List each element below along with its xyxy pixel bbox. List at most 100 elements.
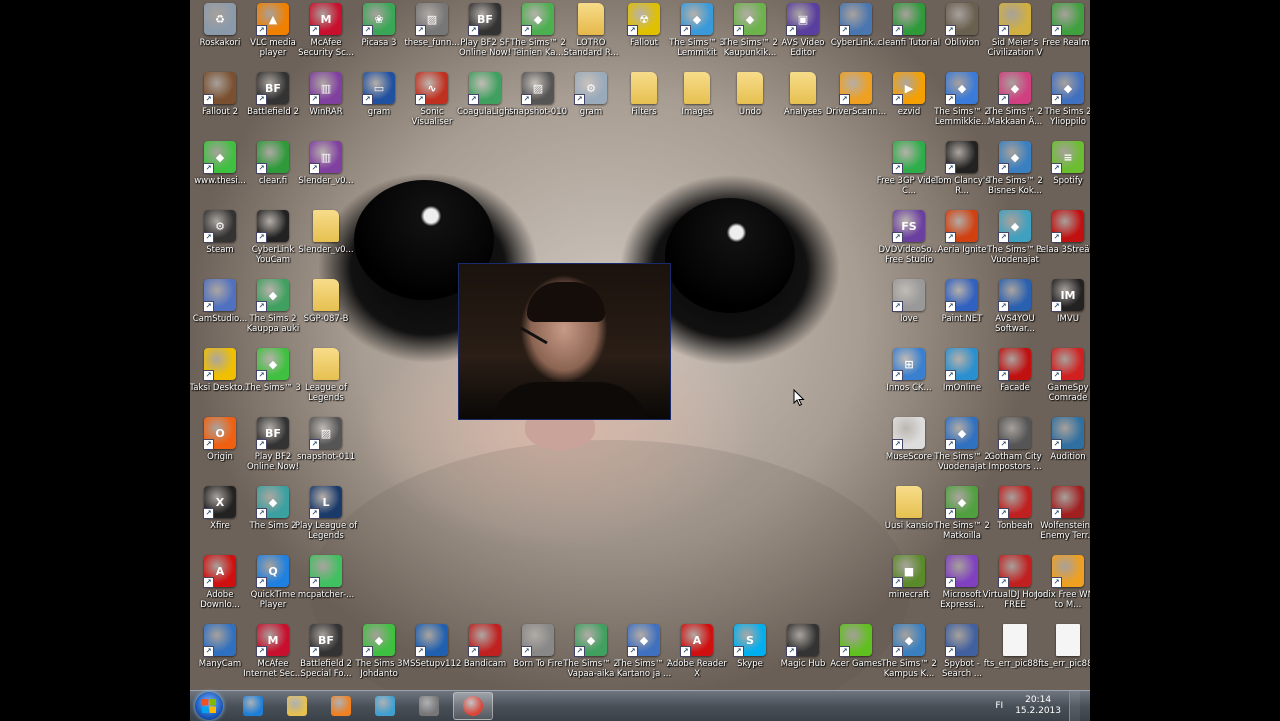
clearfi-icon: ↗ [256,141,289,174]
desktop-icon-label: Pelaa 3Streäna [1035,245,1090,255]
shortcut-arrow-icon: ↗ [998,508,1009,519]
desktop-icon[interactable]: ▥ ↗ Slender_v0... [295,141,357,209]
shortcut-arrow-icon: ↗ [945,370,956,381]
desktop-icon[interactable]: SGP-087-B [295,279,357,347]
sims3-icon: ◆ ↗ [362,624,395,657]
shortcut-arrow-icon: ↗ [309,646,320,657]
shortcut-arrow-icon: ↗ [945,439,956,450]
language-indicator[interactable]: FI [995,701,1003,711]
desktop-icon-label: Wolfenstein - Enemy Terr... [1040,521,1090,541]
desktop-icon[interactable]: ↗ Pelaa 3Streäna [1035,210,1090,278]
webcam-overlay-window[interactable] [458,263,671,420]
camstudio-icon: ↗ [203,279,236,312]
media-player-icon [331,696,351,716]
shortcut-arrow-icon: ↗ [362,25,373,36]
shortcut-arrow-icon: ↗ [309,508,320,519]
desktop-icon[interactable]: League of Legends [295,348,357,416]
start-button[interactable] [195,692,223,720]
jodix-icon: ↗ [1051,555,1084,588]
gotham-icon: ↗ [998,417,1031,450]
sims-icon: ◆ ↗ [1051,72,1084,105]
taskbar-button[interactable] [409,692,449,720]
taskbar-button[interactable] [453,692,493,720]
setup-icon: ↗ [415,624,448,657]
desktop-icon-label: Play League of Legends [294,521,358,541]
clock-date: 15.2.2013 [1015,706,1061,716]
webcam-person-shirt [489,382,649,419]
desktop-icon[interactable]: ↗ Wolfenstein - Enemy Terr... [1037,486,1090,554]
shortcut-arrow-icon: ↗ [892,439,903,450]
desktop-icon[interactable]: ↗ Jodix Free WMA to M... [1035,555,1090,623]
desktop-icon-label: League of Legends [305,383,347,403]
bandicam-icon: ↗ [468,624,501,657]
shortcut-arrow-icon: ↗ [892,163,903,174]
skype-icon: S ↗ [733,624,766,657]
desktop-icon[interactable]: ≡ ↗ Spotify [1037,141,1090,209]
shortcut-arrow-icon: ↗ [998,577,1009,588]
shortcut-arrow-icon: ↗ [362,94,373,105]
fallout2-icon: ↗ [203,72,236,105]
love-icon: ↗ [892,279,925,312]
minecraft-icon: ■ ↗ [892,555,925,588]
shortcut-arrow-icon: ↗ [256,370,267,381]
shortcut-arrow-icon: ↗ [309,25,320,36]
imonline-icon: ↗ [945,348,978,381]
sims3-icon: ◆ ↗ [680,3,713,36]
desktop-icon-label: Free Realms [1042,38,1090,48]
taskbar-button[interactable] [233,692,273,720]
taskbar-button[interactable] [365,692,405,720]
driver-icon: ↗ [839,72,872,105]
civ-icon: ↗ [998,3,1031,36]
shortcut-arrow-icon: ↗ [892,646,903,657]
film-icon: ▣ ↗ [786,3,819,36]
desktop-icon[interactable]: ↗ Free Realms [1037,3,1090,71]
taskbar-button[interactable] [277,692,317,720]
desktop-icon[interactable]: Slender_v0... [295,210,357,278]
shortcut-arrow-icon: ↗ [521,25,532,36]
clock-time: 20:14 [1025,695,1052,705]
taskbar: FI 20:14 15.2.2013 [190,690,1090,721]
sims-icon: ◆ ↗ [998,72,1031,105]
desktop-icon-label: IMVU [1057,314,1079,324]
shortcut-arrow-icon: ↗ [256,301,267,312]
origin-icon: O ↗ [203,417,236,450]
shortcut-arrow-icon: ↗ [1051,508,1062,519]
sims-icon: ◆ ↗ [627,624,660,657]
show-desktop-button[interactable] [1069,691,1080,721]
shortcut-arrow-icon: ↗ [256,439,267,450]
musescore-icon: ↗ [892,417,925,450]
desktop-icon[interactable]: ↗ Audition [1037,417,1090,485]
steam-icon: ⚙ ↗ [203,210,236,243]
explorer-folder-icon [287,696,307,716]
desktop-icon[interactable]: ▨ ↗ snapshot-011 [295,417,357,485]
desktop-icon[interactable]: ◆ ↗ The Sims 2 Ylioppilo [1037,72,1090,140]
shortcut-arrow-icon: ↗ [892,94,903,105]
shortcut-arrow-icon: ↗ [998,25,1009,36]
desktop-icon[interactable]: ↗ GameSpy Comrade [1037,348,1090,416]
shortcut-arrow-icon: ↗ [945,646,956,657]
born-to-fire-icon: ↗ [521,624,554,657]
desktop-icon[interactable]: IM ↗ IMVU [1037,279,1090,347]
shortcut-arrow-icon: ↗ [998,232,1009,243]
desktop-icon[interactable]: ↗ mcpatcher-... [295,555,357,623]
ie-icon [243,696,263,716]
imvu-icon [419,696,439,716]
clock[interactable]: 20:14 15.2.2013 [1015,695,1061,717]
taskbar-button[interactable] [321,692,361,720]
shortcut-arrow-icon: ↗ [945,232,956,243]
shortcut-arrow-icon: ↗ [945,25,956,36]
sims-icon: ◆ ↗ [945,72,978,105]
shortcut-arrow-icon: ↗ [892,232,903,243]
desktop-icon[interactable]: fts_err_pic888 [1037,624,1090,692]
shortcut-arrow-icon: ↗ [574,646,585,657]
desktop-icon-label: GameSpy Comrade [1047,383,1089,403]
pelaa-icon: ↗ [1051,210,1084,243]
shortcut-arrow-icon: ↗ [203,232,214,243]
shortcut-arrow-icon: ↗ [733,646,744,657]
mcafee-icon: M ↗ [309,3,342,36]
folder-icon [313,348,339,380]
desktop-icon-label: The Sims 2 Ylioppilo [1044,107,1090,127]
desktop-icon[interactable]: L ↗ Play League of Legends [295,486,357,554]
shortcut-arrow-icon: ↗ [256,232,267,243]
quicktime-icon: Q ↗ [256,555,289,588]
